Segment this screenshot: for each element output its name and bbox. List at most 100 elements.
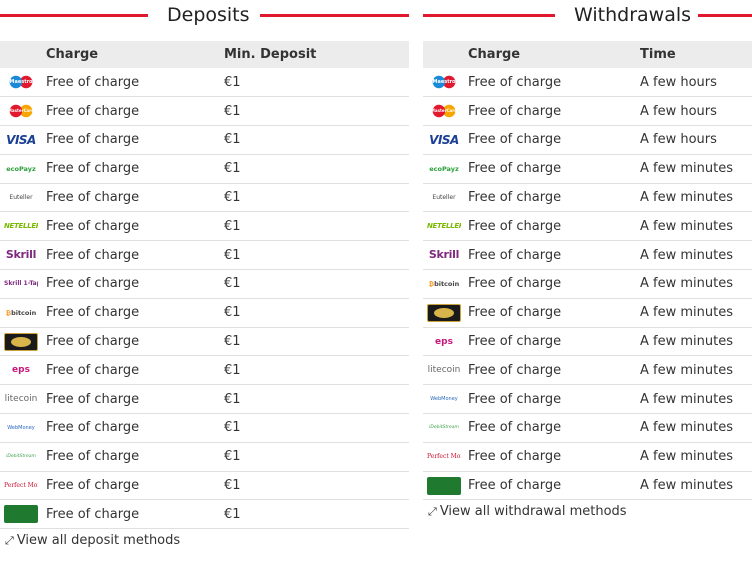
- skrill-logo: Skrill: [428, 248, 460, 262]
- payment-logo-cell: Skrill 1-Tap: [0, 270, 46, 299]
- time-cell: A few minutes: [640, 449, 733, 465]
- time-cell: A few minutes: [640, 161, 733, 177]
- charge-cell: Free of charge: [46, 334, 140, 350]
- view-all-withdrawal-methods-link[interactable]: ⤢ View all withdrawal methods: [428, 504, 627, 519]
- neteller-logo: NETELLER: [4, 222, 38, 231]
- deposits-table-header: Charge Min. Deposit: [0, 41, 409, 68]
- payment-logo-cell: ₿bitcoin: [423, 270, 468, 299]
- time-cell: A few minutes: [640, 218, 733, 234]
- skrill-1tap-logo: Skrill 1-Tap: [4, 279, 38, 287]
- withdrawals-panel: Withdrawals Charge Time Maestro Free of c…: [423, 0, 752, 519]
- neteller-logo: NETELLER: [427, 222, 461, 231]
- green-card-logo: [4, 505, 38, 524]
- payment-logo-cell: litecoin: [0, 385, 46, 414]
- charge-cell: Free of charge: [46, 391, 140, 407]
- view-all-deposit-methods-link[interactable]: ⤢ View all deposit methods: [5, 533, 180, 548]
- payment-logo-cell: MasterCard: [423, 97, 468, 126]
- table-row: ecoPayz Free of charge €1: [0, 154, 409, 184]
- charge-cell: Free of charge: [46, 218, 140, 234]
- payment-logo-cell: [0, 327, 46, 356]
- payment-logo-cell: litecoin: [423, 356, 468, 385]
- payment-logo-cell: Euteller: [0, 183, 46, 212]
- min-deposit-cell: €1: [224, 132, 241, 148]
- time-cell: A few minutes: [640, 391, 733, 407]
- min-deposit-cell: €1: [224, 305, 241, 321]
- deposits-panel: Deposits Charge Min. Deposit Maestro Free…: [0, 0, 409, 548]
- stream-logo: iDebitStream: [429, 424, 459, 430]
- charge-cell: Free of charge: [468, 362, 562, 378]
- payment-logo-cell: [423, 471, 468, 500]
- perfect-money-logo: Perfect Money: [427, 452, 461, 460]
- time-cell: A few minutes: [640, 305, 733, 321]
- time-cell: A few minutes: [640, 276, 733, 292]
- payment-logo-cell: ₿bitcoin: [0, 298, 46, 327]
- eps-logo: eps: [12, 365, 30, 376]
- table-row: Skrill Free of charge €1: [0, 241, 409, 270]
- table-row: Skrill Free of charge A few minutes: [423, 241, 752, 270]
- litecoin-logo: litecoin: [427, 365, 461, 376]
- payment-logo-cell: eps: [423, 327, 468, 356]
- payment-logo-cell: MasterCard: [0, 97, 46, 126]
- min-deposit-cell: €1: [224, 161, 241, 177]
- heading-rule-left: [423, 14, 555, 17]
- payment-logo-cell: VISA: [423, 126, 468, 155]
- skrill-logo: Skrill: [5, 248, 37, 262]
- min-deposit-cell: €1: [224, 362, 241, 378]
- table-row: iDebitStream Free of charge A few minutes: [423, 414, 752, 443]
- deposits-table: Charge Min. Deposit Maestro Free of charg…: [0, 41, 409, 529]
- time-cell: A few minutes: [640, 334, 733, 350]
- table-row: WebMoney Free of charge A few minutes: [423, 385, 752, 414]
- dark-card-logo: [4, 332, 38, 351]
- min-deposit-cell: €1: [224, 247, 241, 263]
- charge-cell: Free of charge: [46, 74, 140, 90]
- table-row: Skrill 1-Tap Free of charge €1: [0, 270, 409, 299]
- charge-cell: Free of charge: [468, 218, 562, 234]
- visa-logo: VISA: [429, 132, 459, 147]
- table-row: VISA Free of charge A few hours: [423, 126, 752, 155]
- ecopayz-logo: ecoPayz: [6, 164, 36, 173]
- litecoin-logo: litecoin: [4, 394, 38, 405]
- payment-logo-cell: [0, 500, 46, 529]
- charge-cell: Free of charge: [468, 190, 562, 206]
- heading-rule-left: [0, 14, 148, 17]
- table-row: Euteller Free of charge A few minutes: [423, 183, 752, 212]
- table-row: Perfect Money Free of charge €1: [0, 471, 409, 500]
- table-row: ecoPayz Free of charge A few minutes: [423, 154, 752, 184]
- charge-cell: Free of charge: [46, 247, 140, 263]
- min-deposit-cell: €1: [224, 478, 241, 494]
- bitcoin-logo: ₿bitcoin: [428, 279, 460, 288]
- time-cell: A few minutes: [640, 190, 733, 206]
- column-header-charge: Charge: [46, 47, 99, 62]
- table-row: Free of charge A few minutes: [423, 471, 752, 500]
- withdrawals-title: Withdrawals: [574, 4, 692, 26]
- charge-cell: Free of charge: [468, 276, 562, 292]
- min-deposit-cell: €1: [224, 74, 241, 90]
- payment-logo-cell: Perfect Money: [0, 471, 46, 500]
- min-deposit-cell: €1: [224, 391, 241, 407]
- min-deposit-cell: €1: [224, 449, 241, 465]
- column-header-logo: [423, 41, 468, 68]
- table-row: Euteller Free of charge €1: [0, 183, 409, 212]
- deposits-heading: Deposits: [0, 0, 409, 41]
- min-deposit-cell: €1: [224, 506, 241, 522]
- payment-logo-cell: NETELLER: [0, 212, 46, 241]
- mastercard-logo: MasterCard: [4, 102, 38, 121]
- charge-cell: Free of charge: [468, 391, 562, 407]
- min-deposit-cell: €1: [224, 276, 241, 292]
- payment-logo-cell: WebMoney: [0, 414, 46, 443]
- charge-cell: Free of charge: [46, 103, 140, 119]
- payment-logo-cell: Perfect Money: [423, 442, 468, 471]
- mastercard-logo: MasterCard: [427, 102, 461, 121]
- charge-cell: Free of charge: [46, 506, 140, 522]
- min-deposit-cell: €1: [224, 190, 241, 206]
- heading-rule-right: [698, 14, 752, 17]
- table-row: Free of charge A few minutes: [423, 298, 752, 328]
- charge-cell: Free of charge: [468, 478, 562, 494]
- eps-logo: eps: [435, 336, 453, 347]
- table-row: NETELLER Free of charge A few minutes: [423, 212, 752, 241]
- charge-cell: Free of charge: [46, 190, 140, 206]
- payment-logo-cell: WebMoney: [423, 385, 468, 414]
- maestro-logo: Maestro: [427, 73, 461, 92]
- withdrawals-table-header: Charge Time: [423, 41, 752, 68]
- table-row: Free of charge €1: [0, 327, 409, 356]
